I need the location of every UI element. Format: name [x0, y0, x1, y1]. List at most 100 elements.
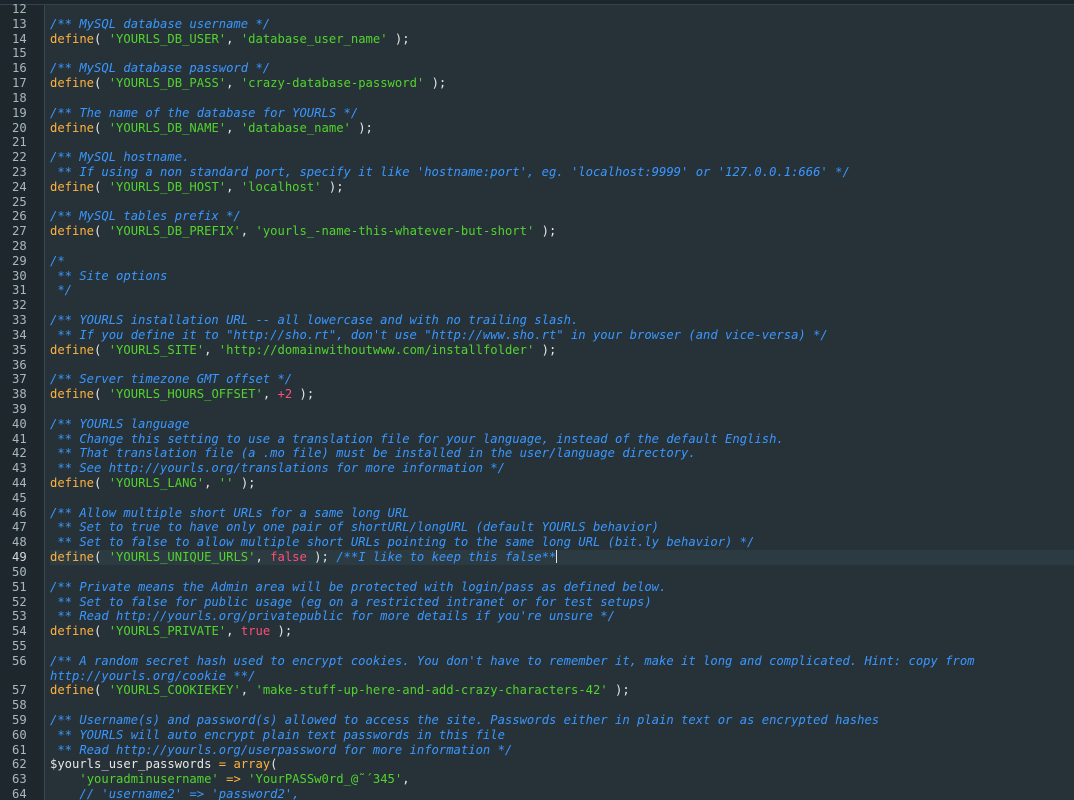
code-token: define: [50, 31, 95, 46]
code-line[interactable]: 33 /** YOURLS installation URL -- all low…: [0, 313, 1074, 328]
line-number: 61: [12, 742, 27, 757]
code-line[interactable]: 41 ** Change this setting to use a trans…: [0, 432, 1074, 447]
line-number: 21: [12, 135, 27, 150]
code-line[interactable]: 64 // 'username2' => 'password2',: [0, 787, 1074, 800]
line-number: 25: [12, 194, 27, 209]
code-line[interactable]: 55: [0, 639, 1074, 654]
code-line[interactable]: 18: [0, 91, 1074, 106]
code-token: ,: [262, 387, 278, 402]
code-line[interactable]: 12: [0, 2, 1074, 17]
code-line[interactable]: 49 define( 'YOURLS_UNIQUE_URLS', false );…: [0, 550, 1074, 565]
code-line[interactable]: 58: [0, 698, 1074, 713]
line-number: 34: [12, 327, 27, 342]
code-token: 'YOURLS_DB_USER': [108, 31, 227, 46]
code-line[interactable]: 30 ** Site options: [0, 269, 1074, 284]
code-line[interactable]: 16 /** MySQL database password */: [0, 61, 1074, 76]
code-token: 'database_user_name': [240, 31, 388, 46]
code-line[interactable]: 59 /** Username(s) and password(s) allowe…: [0, 713, 1074, 728]
code-line[interactable]: 48 ** Set to false to allow multiple sho…: [0, 535, 1074, 550]
code-token: =: [211, 757, 234, 772]
code-token: (: [94, 31, 109, 46]
code-line[interactable]: 31 */: [0, 283, 1074, 298]
code-line[interactable]: 28: [0, 239, 1074, 254]
code-line[interactable]: 43 ** See http://yourls.org/translations…: [0, 461, 1074, 476]
line-number: 49: [12, 550, 27, 565]
code-token: );: [321, 179, 344, 194]
code-editor[interactable]: 12 13 /** MySQL database username */ 14 defi…: [0, 0, 1074, 800]
code-line[interactable]: 39: [0, 402, 1074, 417]
code-line[interactable]: 56 /** A random secret hash used to encry…: [0, 654, 1074, 669]
code-line[interactable]: 61 ** Read http://yourls.org/userpasswor…: [0, 743, 1074, 758]
code-line[interactable]: 17 define( 'YOURLS_DB_PASS', 'crazy-datab…: [0, 76, 1074, 91]
code-line[interactable]: 19 /** The name of the database for YOURL…: [0, 106, 1074, 121]
code-token: define: [50, 76, 95, 91]
code-line[interactable]: 34 ** If you define it to "http://sho.rt…: [0, 328, 1074, 343]
line-text: $yourls_user_passwords = array(: [50, 757, 1074, 772]
code-line[interactable]: 63 'youradminusername' => 'YourPASSw0rd_…: [0, 772, 1074, 787]
line-number: 15: [12, 46, 27, 61]
code-token: (: [94, 683, 109, 698]
code-line[interactable]: 25: [0, 195, 1074, 210]
line-text: ** That translation file (a .mo file) mu…: [50, 446, 1074, 461]
code-token: define: [50, 179, 95, 194]
code-line[interactable]: 29 /*: [0, 254, 1074, 269]
code-line[interactable]: 27 define( 'YOURLS_DB_PREFIX', 'yourls_-n…: [0, 224, 1074, 239]
line-text: /** Private means the Admin area will be…: [50, 580, 1074, 595]
line-text: define( 'YOURLS_COOKIEKEY', 'make-stuff-…: [50, 683, 1074, 698]
line-text: /*: [50, 254, 1074, 269]
line-text: define( 'YOURLS_LANG', '' );: [50, 476, 1074, 491]
code-line[interactable]: 53 ** Read http://yourls.org/privatepubl…: [0, 609, 1074, 624]
line-number: 58: [12, 698, 27, 713]
line-text: ** Set to true to have only one pair of …: [50, 520, 1074, 535]
code-line[interactable]: 26 /** MySQL tables prefix */: [0, 209, 1074, 224]
code-line[interactable]: 60 ** YOURLS will auto encrypt plain tex…: [0, 728, 1074, 743]
code-token: ,: [204, 342, 219, 357]
line-text: /** Server timezone GMT offset */: [50, 372, 1074, 387]
code-line[interactable]: 15: [0, 46, 1074, 61]
code-line[interactable]: 44 define( 'YOURLS_LANG', '' );: [0, 476, 1074, 491]
code-line[interactable]: 51 /** Private means the Admin area will …: [0, 580, 1074, 595]
code-line[interactable]: 52 ** Set to false for public usage (eg …: [0, 595, 1074, 610]
code-line[interactable]: 62 $yourls_user_passwords = array(: [0, 757, 1074, 772]
code-line[interactable]: 54 define( 'YOURLS_PRIVATE', true );: [0, 624, 1074, 639]
code-line[interactable]: 38 define( 'YOURLS_HOURS_OFFSET', +2 );: [0, 387, 1074, 402]
line-number: 51: [12, 579, 27, 594]
line-text: ** If you define it to "http://sho.rt", …: [50, 328, 1074, 343]
code-line[interactable]: 35 define( 'YOURLS_SITE', 'http://domainw…: [0, 343, 1074, 358]
code-token: $yourls_user_passwords: [50, 757, 212, 772]
code-token: 'youradminusername': [79, 772, 219, 787]
code-line[interactable]: 13 /** MySQL database username */: [0, 17, 1074, 32]
code-line[interactable]: 20 define( 'YOURLS_DB_NAME', 'database_na…: [0, 121, 1074, 136]
code-line[interactable]: 23 ** If using a non standard port, spec…: [0, 165, 1074, 180]
code-line[interactable]: http://yourls.org/cookie **/: [0, 669, 1074, 684]
code-token: ,: [240, 224, 256, 239]
code-line[interactable]: 36: [0, 358, 1074, 373]
code-line[interactable]: 47 ** Set to true to have only one pair …: [0, 520, 1074, 535]
line-text: /** YOURLS language: [50, 417, 1074, 432]
code-line[interactable]: 45: [0, 491, 1074, 506]
code-token: /** A random secret hash used to encrypt…: [50, 653, 975, 668]
code-line[interactable]: 24 define( 'YOURLS_DB_HOST', 'localhost' …: [0, 180, 1074, 195]
line-number: 14: [12, 31, 27, 46]
code-line[interactable]: 37 /** Server timezone GMT offset */: [0, 372, 1074, 387]
line-number: 63: [12, 772, 27, 787]
code-area[interactable]: 12 13 /** MySQL database username */ 14 defi…: [0, 2, 1074, 800]
code-line[interactable]: 32: [0, 298, 1074, 313]
code-token: define: [50, 550, 95, 565]
line-text: ** YOURLS will auto encrypt plain text p…: [50, 728, 1074, 743]
line-number: 35: [12, 342, 27, 357]
line-number: 43: [12, 461, 27, 476]
code-line[interactable]: 42 ** That translation file (a .mo file)…: [0, 446, 1074, 461]
code-line[interactable]: 40 /** YOURLS language: [0, 417, 1074, 432]
code-line[interactable]: 21: [0, 135, 1074, 150]
line-text: */: [50, 283, 1074, 298]
code-line[interactable]: 46 /** Allow multiple short URLs for a sa…: [0, 506, 1074, 521]
code-line[interactable]: 14 define( 'YOURLS_DB_USER', 'database_us…: [0, 32, 1074, 47]
line-text: http://yourls.org/cookie **/: [50, 669, 1074, 684]
code-line[interactable]: 50: [0, 565, 1074, 580]
line-text: define( 'YOURLS_HOURS_OFFSET', +2 );: [50, 387, 1074, 402]
code-line[interactable]: 22 /** MySQL hostname.: [0, 150, 1074, 165]
code-token: );: [607, 683, 630, 698]
line-text: /** MySQL database username */: [50, 17, 1074, 32]
code-line[interactable]: 57 define( 'YOURLS_COOKIEKEY', 'make-stuf…: [0, 683, 1074, 698]
